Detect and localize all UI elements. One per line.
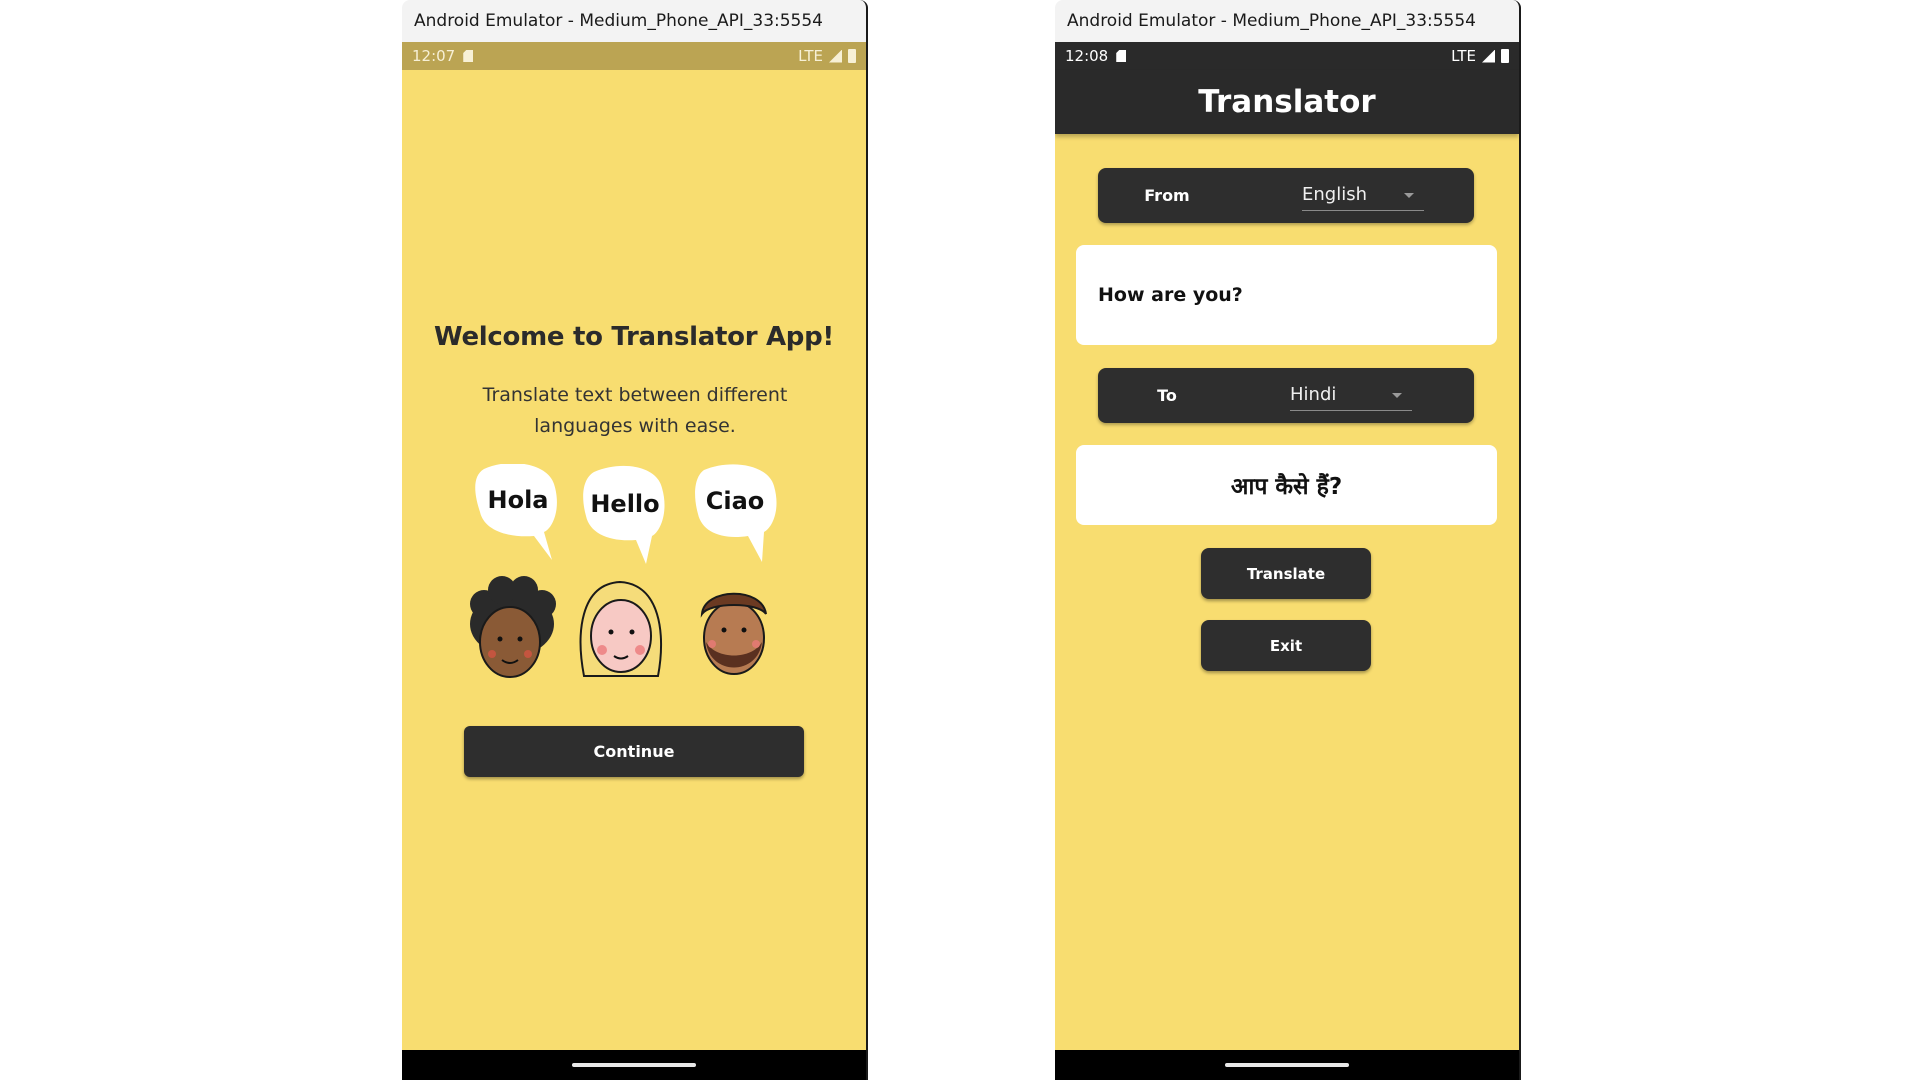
navigation-bar <box>402 1050 866 1080</box>
speech-bubble-ciao: Ciao <box>695 464 777 562</box>
battery-icon <box>848 49 856 63</box>
sd-card-icon <box>1116 50 1127 62</box>
exit-button[interactable]: Exit <box>1201 620 1371 671</box>
bubble-text-hello: Hello <box>590 490 659 518</box>
status-time: 12:07 <box>412 47 456 65</box>
input-text: How are you? <box>1098 284 1243 306</box>
output-text-card: आप कैसे हैं? <box>1076 445 1497 525</box>
from-language-dropdown[interactable]: English <box>1302 180 1424 211</box>
app-bar-title: Translator <box>1055 70 1519 134</box>
face-blonde <box>579 580 663 677</box>
speech-bubble-hello: Hello <box>583 465 665 564</box>
phone-screen-welcome: 12:07 LTE Welcome to Translator App! Tra… <box>402 42 868 1080</box>
to-language-dropdown[interactable]: Hindi <box>1290 380 1412 411</box>
status-bar: 12:07 LTE <box>402 42 866 70</box>
welcome-subtitle: Translate text between different languag… <box>482 384 788 437</box>
signal-icon <box>1482 49 1495 63</box>
chevron-down-icon <box>1404 193 1414 198</box>
face-curly-hair <box>470 576 556 678</box>
network-type: LTE <box>1451 47 1476 65</box>
status-right-group: LTE <box>1451 47 1509 65</box>
speech-bubble-hola: Hola <box>475 464 557 560</box>
home-gesture-handle[interactable] <box>572 1063 696 1067</box>
input-text-card[interactable]: How are you? <box>1076 245 1497 345</box>
face-beard <box>700 592 767 675</box>
status-right-group: LTE <box>798 47 856 65</box>
status-bar: 12:08 LTE <box>1055 42 1519 70</box>
bubble-text-ciao: Ciao <box>706 487 765 515</box>
from-language-value: English <box>1302 184 1367 205</box>
window-title-bar: Android Emulator - Medium_Phone_API_33:5… <box>402 0 868 42</box>
translate-button[interactable]: Translate <box>1201 548 1371 599</box>
bubble-text-hola: Hola <box>488 486 549 514</box>
emulator-window-left: Android Emulator - Medium_Phone_API_33:5… <box>402 0 868 1080</box>
sd-card-icon <box>463 50 474 62</box>
network-type: LTE <box>798 47 823 65</box>
battery-icon <box>1501 49 1509 63</box>
to-label: To <box>1157 386 1177 405</box>
from-language-bar: From English <box>1098 168 1474 223</box>
welcome-title: Welcome to Translator App! <box>434 322 834 352</box>
continue-button[interactable]: Continue <box>464 726 804 777</box>
from-label: From <box>1144 186 1190 205</box>
navigation-bar <box>1055 1050 1519 1080</box>
to-language-bar: To Hindi <box>1098 368 1474 423</box>
window-title-bar: Android Emulator - Medium_Phone_API_33:5… <box>1055 0 1521 42</box>
output-text: आप कैसे हैं? <box>1230 474 1343 500</box>
chevron-down-icon <box>1392 393 1402 398</box>
emulator-window-right: Android Emulator - Medium_Phone_API_33:5… <box>1055 0 1521 1080</box>
home-gesture-handle[interactable] <box>1225 1063 1349 1067</box>
to-language-value: Hindi <box>1290 384 1337 405</box>
greeting-illustration: Hola Hello Ciao <box>470 464 777 678</box>
status-time: 12:08 <box>1065 47 1109 65</box>
signal-icon <box>829 49 842 63</box>
phone-screen-translator: 12:08 LTE Translator From English How ar… <box>1055 42 1521 1080</box>
